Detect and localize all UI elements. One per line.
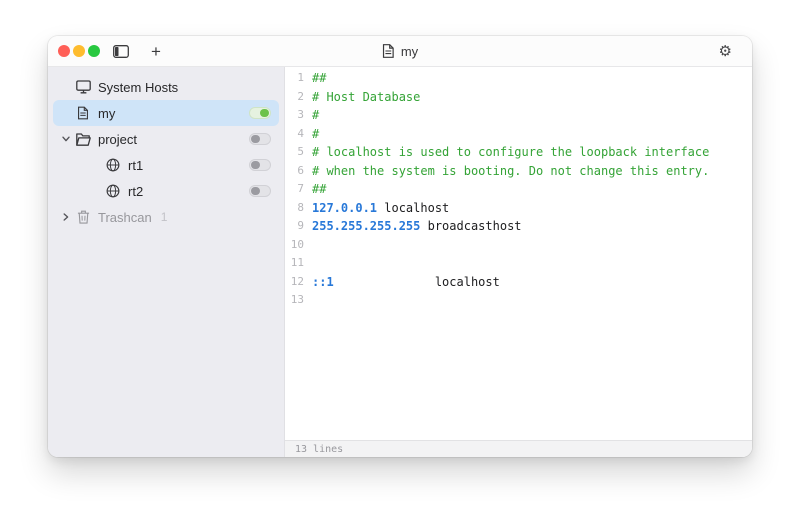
line-content: ## [312,69,326,88]
line-content: 127.0.0.1 localhost [312,199,449,218]
close-button[interactable] [58,45,70,57]
line-number: 3 [285,106,304,125]
add-hosts-button[interactable]: + [151,43,161,60]
editor-line: 5 # localhost is used to configure the lo… [285,143,752,162]
hosts-editor[interactable]: 1##2# Host Database3#4#5# localhost is u… [285,67,752,440]
window-title-text: my [401,44,418,59]
line-number: 13 [285,291,304,310]
line-number: 1 [285,69,304,88]
line-content: ::1 localhost [312,273,500,292]
sidebar-toggle-icon [113,45,129,58]
hosts-enable-toggle[interactable] [249,133,271,145]
sidebar-item-rt1[interactable]: rt1 [53,152,279,178]
title-bar: + my ⚙ [48,36,752,67]
line-content: # Host Database [312,88,420,107]
folder-icon [75,133,91,146]
gear-icon: ⚙ [719,42,732,60]
editor-line: 13 [285,291,752,310]
line-number: 12 [285,273,304,292]
editor-panel: 1##2# Host Database3#4#5# localhost is u… [285,67,752,457]
monitor-icon [75,80,91,94]
editor-line: 11 [285,254,752,273]
sidebar-item-project[interactable]: project [53,126,279,152]
editor-line: 2 # Host Database [285,88,752,107]
editor-line: 4# [285,125,752,144]
line-number: 5 [285,143,304,162]
line-content: ## [312,180,326,199]
zoom-button[interactable] [88,45,100,57]
editor-line: 6 # when the system is booting. Do not ch… [285,162,752,181]
hosts-enable-toggle[interactable] [249,185,271,197]
sidebar-item-my[interactable]: my [53,100,279,126]
sidebar-item-label: rt1 [128,158,143,173]
toggle-sidebar-button[interactable] [113,45,129,58]
chevron-down-icon[interactable] [61,136,71,142]
editor-line: 8 127.0.0.1 localhost [285,199,752,218]
minimize-button[interactable] [73,45,85,57]
line-number: 10 [285,236,304,255]
editor-line: 1 ## [285,69,752,88]
sidebar-item-label: rt2 [128,184,143,199]
sidebar: System Hosts my [48,67,285,457]
line-number: 11 [285,254,304,273]
line-number: 9 [285,217,304,236]
editor-line: 9 255.255.255.255 broadcasthost [285,217,752,236]
document-icon [382,44,395,58]
hosts-enable-toggle[interactable] [249,107,271,119]
editor-line: 12::1 localhost [285,273,752,292]
app-window: + my ⚙ [48,36,752,457]
line-content: # [312,106,319,125]
sidebar-item-label: Trashcan [98,210,152,225]
traffic-lights [58,45,100,57]
globe-icon [105,158,121,172]
line-number: 4 [285,125,304,144]
sidebar-item-system-hosts[interactable]: System Hosts [53,74,279,100]
status-bar: 13 lines [285,440,752,457]
chevron-right-icon[interactable] [61,213,71,221]
globe-icon [105,184,121,198]
trashcan-count-badge: 1 [161,210,168,224]
sidebar-item-label: my [98,106,115,121]
window-title: my [382,44,418,59]
document-icon [75,106,91,120]
sidebar-item-label: System Hosts [98,80,178,95]
line-count-text: 13 lines [295,444,343,455]
hosts-enable-toggle[interactable] [249,159,271,171]
line-number: 8 [285,199,304,218]
sidebar-item-label: project [98,132,137,147]
line-number: 2 [285,88,304,107]
line-number: 7 [285,180,304,199]
line-content: # when the system is booting. Do not cha… [312,162,709,181]
trash-icon [75,210,91,224]
editor-line: 3# [285,106,752,125]
line-number: 6 [285,162,304,181]
editor-line: 10 [285,236,752,255]
sidebar-item-rt2[interactable]: rt2 [53,178,279,204]
sidebar-item-trashcan[interactable]: Trashcan 1 [53,204,279,230]
editor-line: 7 ## [285,180,752,199]
line-content: # localhost is used to configure the loo… [312,143,709,162]
line-content: # [312,125,319,144]
line-content: 255.255.255.255 broadcasthost [312,217,522,236]
settings-button[interactable]: ⚙ [719,42,732,60]
